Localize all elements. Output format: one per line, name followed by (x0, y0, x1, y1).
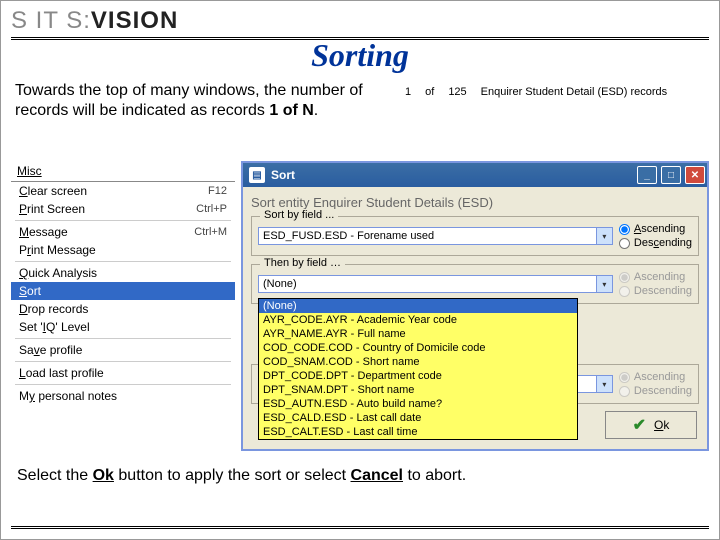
menu-print-message[interactable]: Print Message (11, 241, 235, 259)
dropdown-option[interactable]: DPT_CODE.DPT - Department code (259, 369, 577, 383)
menu-separator (15, 361, 231, 362)
close-button[interactable]: ✕ (685, 166, 705, 184)
chevron-down-icon[interactable]: ▾ (596, 276, 612, 292)
descending-radio[interactable]: Descending (619, 385, 692, 397)
menu-separator (15, 220, 231, 221)
dropdown-option[interactable]: ESD_AUTN.ESD - Auto build name? (259, 397, 577, 411)
menu-load-last-profile[interactable]: Load last profile (11, 364, 235, 382)
records-banner: 1 of 125 Enquirer Student Detail (ESD) r… (401, 81, 701, 103)
then-by-combo[interactable]: (None) ▾ (None) AYR_CODE.AYR - Academic … (258, 275, 613, 293)
record-label: Enquirer Student Detail (ESD) records (481, 86, 667, 98)
intro-bold: 1 of N (269, 102, 313, 119)
dropdown-option[interactable]: COD_SNAM.COD - Short name (259, 355, 577, 369)
ascending-radio[interactable]: Ascending (619, 271, 692, 283)
menu-quick-analysis[interactable]: Quick Analysis (11, 264, 235, 282)
menu-set-iq-level[interactable]: Set 'IQ' Level (11, 318, 235, 336)
slide-title: Sorting (1, 37, 719, 74)
menu-print-screen[interactable]: Print ScreenCtrl+P (11, 200, 235, 218)
logo: S IT S:VISION (11, 7, 178, 35)
sort-by-group: Sort by field ... ESD_FUSD.ESD - Forenam… (251, 216, 699, 256)
intro-text: Towards the top of many windows, the num… (15, 81, 395, 121)
intro-post: . (314, 102, 318, 119)
descending-radio[interactable]: Descending (619, 237, 692, 249)
dropdown-option[interactable]: DPT_SNAM.DPT - Short name (259, 383, 577, 397)
menu-drop-records[interactable]: Drop records (11, 300, 235, 318)
bottom-divider (11, 526, 709, 529)
menu-separator (15, 261, 231, 262)
menu-message[interactable]: MessageCtrl+M (11, 223, 235, 241)
dropdown-option[interactable]: (None) (259, 299, 577, 313)
dropdown-option[interactable]: COD_CODE.COD - Country of Domicile code (259, 341, 577, 355)
check-icon: ✔ (633, 415, 646, 435)
sort-subtitle: Sort entity Enquirer Student Details (ES… (251, 195, 699, 210)
descending-radio[interactable]: Descending (619, 285, 692, 297)
menu-sort[interactable]: Sort (11, 282, 235, 300)
menu-clear-screen[interactable]: Clear screenF12 (11, 182, 235, 200)
sort-by-legend: Sort by field ... (260, 209, 338, 221)
misc-menu: Misc Clear screenF12 Print ScreenCtrl+P … (11, 161, 235, 451)
dropdown-option[interactable]: AYR_NAME.AYR - Full name (259, 327, 577, 341)
record-of: of (425, 86, 434, 98)
logo-part1: S IT S: (11, 7, 91, 34)
dropdown-option[interactable]: AYR_CODE.AYR - Academic Year code (259, 313, 577, 327)
sort-titlebar[interactable]: ▤ Sort _ □ ✕ (243, 163, 707, 187)
sort-by-combo[interactable]: ESD_FUSD.ESD - Forename used ▾ (258, 227, 613, 245)
then-by-dropdown[interactable]: (None) AYR_CODE.AYR - Academic Year code… (258, 298, 578, 440)
menu-separator (15, 384, 231, 385)
ascending-radio[interactable]: Ascending (619, 371, 692, 383)
record-total: 125 (448, 86, 466, 98)
menu-header[interactable]: Misc (11, 161, 235, 182)
ascending-radio[interactable]: Ascending (619, 223, 692, 235)
then-by-legend: Then by field … (260, 257, 345, 269)
dropdown-option[interactable]: ESD_CALT.ESD - Last call time (259, 425, 577, 439)
sort-window-title: Sort (271, 168, 295, 182)
menu-personal-notes[interactable]: My personal notes (11, 387, 235, 405)
sort-window: ▤ Sort _ □ ✕ Sort entity Enquirer Studen… (241, 161, 709, 451)
ok-button[interactable]: ✔ Ok (605, 411, 697, 439)
instruction-text: Select the Ok button to apply the sort o… (17, 467, 466, 485)
menu-save-profile[interactable]: Save profile (11, 341, 235, 359)
dropdown-option[interactable]: ESD_CALD.ESD - Last call date (259, 411, 577, 425)
then-by-group: Then by field … (None) ▾ (None) AYR_CODE… (251, 264, 699, 304)
logo-part2: VISION (91, 7, 178, 34)
record-current: 1 (405, 86, 411, 98)
maximize-button[interactable]: □ (661, 166, 681, 184)
chevron-down-icon[interactable]: ▾ (596, 228, 612, 244)
chevron-down-icon[interactable]: ▾ (596, 376, 612, 392)
minimize-button[interactable]: _ (637, 166, 657, 184)
menu-separator (15, 338, 231, 339)
sort-window-icon: ▤ (249, 167, 265, 183)
